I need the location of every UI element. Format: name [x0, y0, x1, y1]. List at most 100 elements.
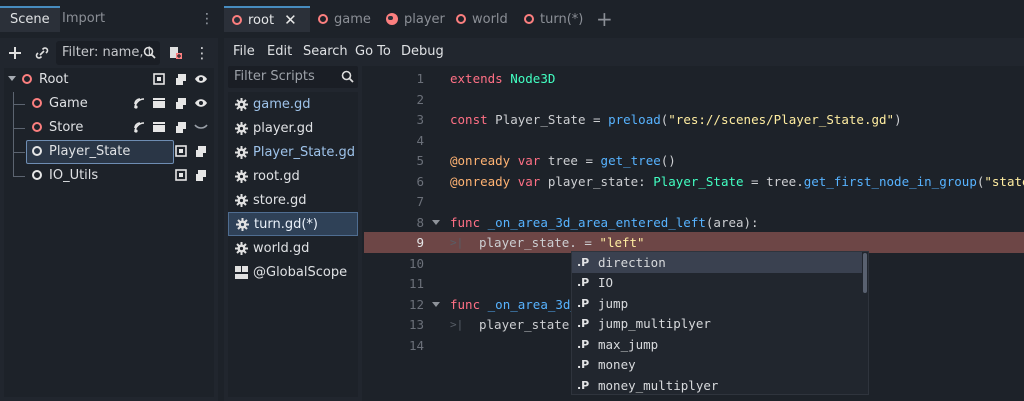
script-item-game[interactable]: game.gd: [228, 92, 358, 116]
script-item-store[interactable]: store.gd: [228, 188, 358, 212]
autocomplete-label: money_multiplyer: [598, 377, 719, 393]
collapse-arrow-icon[interactable]: [8, 76, 16, 81]
script-label: @GlobalScope: [253, 264, 348, 280]
tree-item-game[interactable]: Game: [4, 92, 214, 116]
script-icon[interactable]: [194, 168, 208, 182]
kebab-icon: ⋮: [194, 44, 210, 62]
script-icon[interactable]: [194, 144, 208, 158]
tab-turn[interactable]: turn(*): [524, 6, 583, 32]
scene-filter-input[interactable]: Filter: name, t: [56, 41, 160, 65]
property-icon: .P: [577, 317, 590, 331]
unique-name-icon[interactable]: [152, 72, 166, 86]
autocomplete-item[interactable]: .P IO: [572, 273, 862, 294]
globe-icon: [386, 13, 398, 25]
tab-game[interactable]: game: [318, 6, 371, 32]
add-tab-plus-icon[interactable]: +: [596, 6, 613, 32]
tree-item-store[interactable]: Store: [4, 116, 214, 140]
instance-scene-button[interactable]: [30, 41, 54, 65]
code-text: func _on_area_3d_: [450, 296, 578, 312]
code-line: 3 const Player_State = preload("res://sc…: [364, 109, 1024, 130]
menu-debug[interactable]: Debug: [401, 41, 444, 63]
tree-item-player-state[interactable]: Player_State: [4, 140, 214, 164]
line-number: 12: [408, 296, 424, 312]
tab-world[interactable]: world: [456, 6, 508, 32]
autocomplete-item[interactable]: .P jump: [572, 293, 862, 314]
tab-root[interactable]: root ✕: [224, 6, 310, 32]
line-number: 9: [416, 235, 424, 250]
tree-item-label: Store: [49, 120, 84, 135]
dock-menu-icon[interactable]: ⋮: [200, 12, 214, 26]
autocomplete-label: max_jump: [598, 336, 659, 352]
property-icon: .P: [577, 276, 590, 290]
code-line: 6 @onready var player_state: Player_Stat…: [364, 171, 1024, 192]
script-item-turn[interactable]: turn.gd(*): [228, 212, 358, 236]
script-menu-bar: File Edit Search Go To Debug: [224, 38, 1024, 66]
unique-name-icon[interactable]: [174, 168, 188, 182]
line-number: 13: [408, 317, 424, 332]
scene-options-button[interactable]: ⋮: [190, 41, 214, 65]
autocomplete-item[interactable]: .P money: [572, 355, 862, 376]
script-item-player-state[interactable]: Player_State.gd: [228, 140, 358, 164]
hidden-eye-icon[interactable]: [194, 120, 208, 134]
property-icon: .P: [577, 378, 590, 392]
node3d-icon: [232, 15, 242, 25]
tab-indent-icon: >|: [450, 236, 464, 249]
link-icon: [35, 47, 49, 59]
tree-item-root[interactable]: Root: [4, 68, 214, 92]
tab-indent-icon: >|: [450, 318, 464, 331]
attach-script-button[interactable]: [163, 41, 187, 65]
open-scene-icon[interactable]: [152, 96, 166, 110]
filter-scripts-input[interactable]: Filter Scripts: [228, 66, 358, 88]
script-label: world.gd: [253, 240, 310, 256]
autocomplete-item[interactable]: .P direction: [572, 252, 862, 273]
signals-icon[interactable]: [132, 96, 146, 110]
script-item-world[interactable]: world.gd: [228, 236, 358, 260]
script-item-globalscope[interactable]: @GlobalScope: [228, 260, 358, 284]
tab-scene[interactable]: Scene: [0, 6, 60, 32]
signals-icon[interactable]: [132, 120, 146, 134]
tree-item-label: IO_Utils: [49, 168, 99, 183]
autocomplete-item[interactable]: .P max_jump: [572, 334, 862, 355]
code-text: func _on_area_3d_area_entered_left(area)…: [450, 214, 759, 230]
unique-name-icon[interactable]: [174, 144, 188, 158]
code-line: 8 func _on_area_3d_area_entered_left(are…: [364, 212, 1024, 233]
line-number: 3: [416, 112, 424, 127]
tab-player[interactable]: player: [386, 6, 445, 32]
gear-icon: [234, 145, 248, 159]
autocomplete-scrollbar[interactable]: [863, 253, 867, 293]
tree-item-io-utils[interactable]: IO_Utils: [4, 164, 214, 188]
open-scene-icon[interactable]: [152, 120, 166, 134]
tab-label: turn(*): [540, 11, 584, 27]
menu-file[interactable]: File: [233, 41, 255, 63]
autocomplete-item[interactable]: .P money_multiplyer: [572, 375, 862, 396]
visibility-eye-icon[interactable]: [194, 96, 208, 110]
menu-search[interactable]: Search: [303, 41, 348, 63]
gear-icon: [234, 169, 248, 183]
scene-dock: Scene Import ⋮ Filter: name, t ⋮ Root Ga…: [0, 0, 218, 401]
menu-edit[interactable]: Edit: [267, 41, 292, 63]
autocomplete-item[interactable]: .P jump_multiplyer: [572, 314, 862, 335]
gear-icon: [234, 241, 248, 255]
close-icon[interactable]: ✕: [284, 11, 297, 29]
tab-import[interactable]: Import: [52, 6, 115, 32]
property-icon: .P: [577, 337, 590, 351]
code-line: 5 @onready var tree = get_tree(): [364, 150, 1024, 171]
script-add-icon: [170, 47, 182, 59]
script-icon[interactable]: [174, 96, 188, 110]
script-item-player[interactable]: player.gd: [228, 116, 358, 140]
script-label: store.gd: [253, 192, 307, 208]
script-item-root[interactable]: root.gd: [228, 164, 358, 188]
menu-go-to[interactable]: Go To: [355, 41, 391, 63]
visibility-eye-icon[interactable]: [194, 72, 208, 86]
tree-item-label: Game: [49, 96, 88, 111]
add-node-button[interactable]: [3, 41, 27, 65]
fold-arrow-icon[interactable]: [432, 219, 440, 225]
script-icon[interactable]: [174, 120, 188, 134]
autocomplete-label: money: [598, 357, 636, 373]
code-line: 1 extends Node3D: [364, 68, 1024, 89]
fold-arrow-icon[interactable]: [432, 301, 440, 307]
script-icon[interactable]: [174, 72, 188, 86]
node-icon: [32, 170, 42, 180]
node3d-icon: [524, 14, 534, 24]
line-number: 14: [408, 337, 424, 353]
